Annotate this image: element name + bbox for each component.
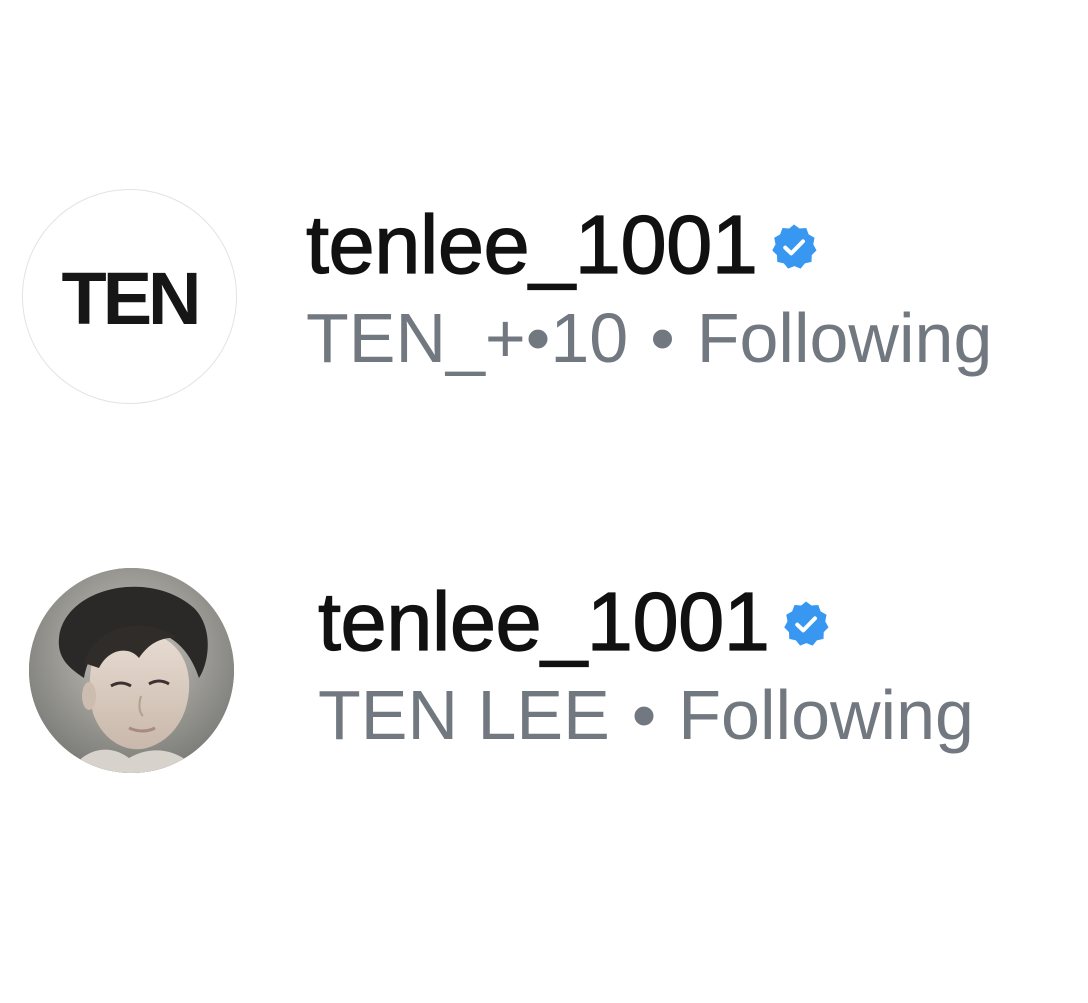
subtitle-line: TEN LEE • Following: [318, 673, 974, 757]
display-name: TEN LEE: [318, 676, 610, 754]
subtitle-line: TEN_+•10 • Following: [306, 296, 992, 380]
account-entry[interactable]: TEN tenlee_1001 TEN_+•10 • Following: [0, 188, 1088, 408]
avatar[interactable]: [29, 568, 234, 773]
avatar-logo-text: TEN: [61, 257, 202, 340]
separator-dot: •: [650, 299, 675, 377]
separator-dot: •: [631, 676, 657, 754]
avatar-photo-image: [29, 568, 234, 773]
display-name: TEN_+•10: [306, 299, 629, 377]
avatar[interactable]: TEN: [22, 189, 237, 404]
username-line: tenlee_1001: [317, 565, 974, 677]
account-info: tenlee_1001 TEN_+•10 • Following: [305, 188, 992, 380]
following-status[interactable]: Following: [678, 680, 974, 750]
verified-badge-icon: [784, 601, 829, 646]
following-status[interactable]: Following: [697, 303, 993, 373]
account-info: tenlee_1001 TEN LEE • Following: [317, 565, 974, 757]
username-line: tenlee_1001: [305, 188, 992, 300]
verified-badge-icon: [772, 224, 817, 269]
username[interactable]: tenlee_1001: [305, 202, 758, 286]
account-entry[interactable]: tenlee_1001 TEN LEE • Following: [0, 565, 1088, 773]
username[interactable]: tenlee_1001: [317, 579, 770, 663]
